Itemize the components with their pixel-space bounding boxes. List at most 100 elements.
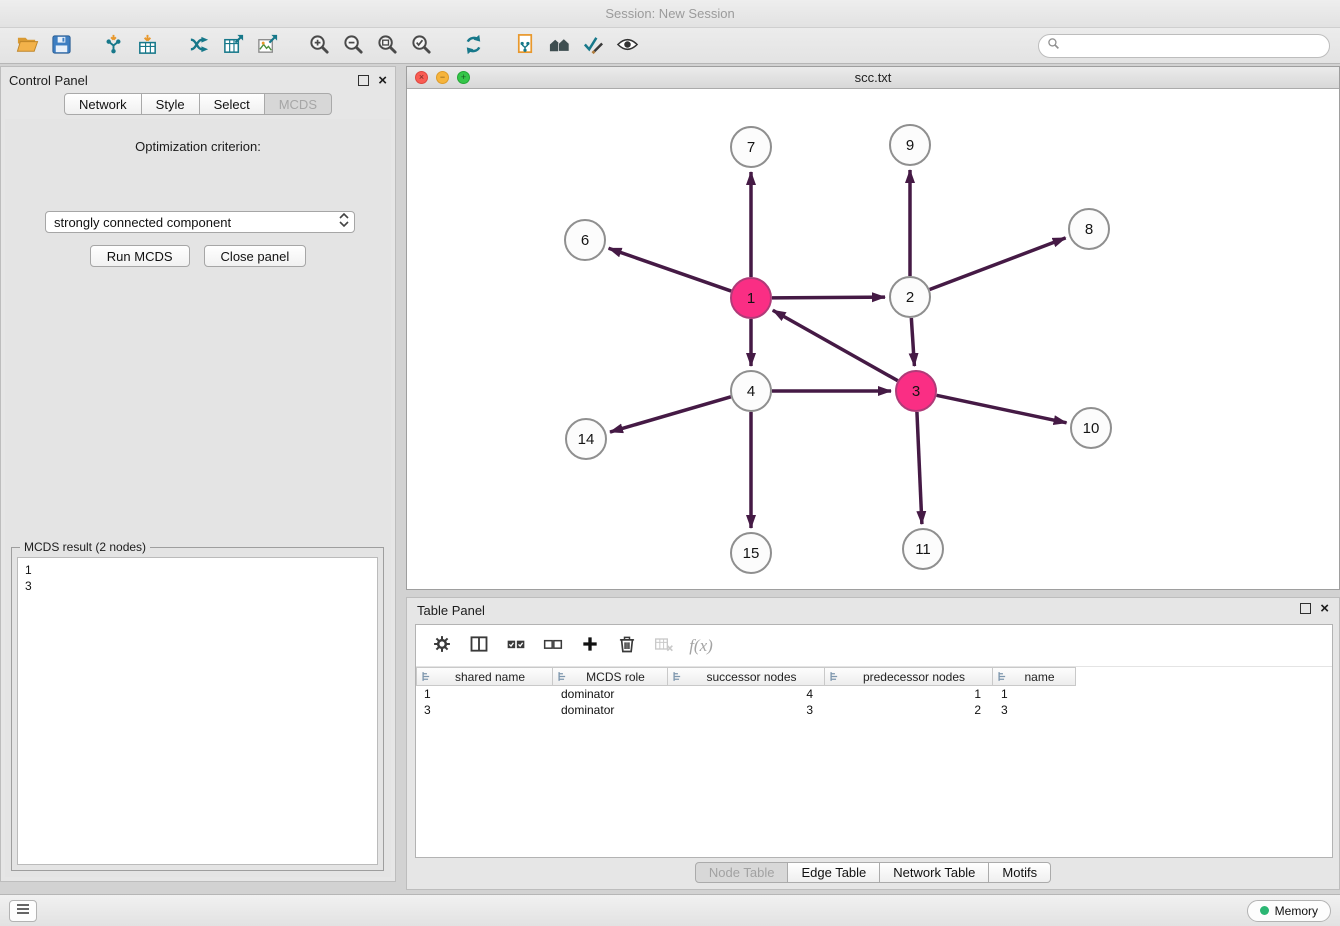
home-view-button[interactable] bbox=[542, 31, 576, 61]
tab-network-table[interactable]: Network Table bbox=[880, 862, 989, 883]
graph-node-3[interactable] bbox=[896, 371, 936, 411]
zoom-fit-icon bbox=[376, 33, 399, 59]
zoom-selected-icon bbox=[410, 33, 433, 59]
memory-status-icon bbox=[1260, 906, 1269, 915]
copy-network-icon bbox=[514, 33, 537, 59]
save-session-button[interactable] bbox=[44, 31, 78, 61]
gear-icon bbox=[432, 634, 452, 657]
import-network-file-button[interactable] bbox=[96, 31, 130, 61]
mcds-result-groupbox: MCDS result (2 nodes) 1 3 bbox=[11, 547, 384, 871]
table-settings-button[interactable] bbox=[426, 631, 458, 661]
graph-edge-3-1[interactable] bbox=[773, 310, 898, 380]
network-graph[interactable]: 7968124314101511 bbox=[407, 89, 1339, 589]
graph-node-1[interactable] bbox=[731, 278, 771, 318]
open-file-button[interactable] bbox=[10, 31, 44, 61]
tab-edge-table[interactable]: Edge Table bbox=[788, 862, 880, 883]
attribute-icon bbox=[558, 671, 569, 682]
tab-select[interactable]: Select bbox=[200, 93, 265, 115]
graph-node-2[interactable] bbox=[890, 277, 930, 317]
select-all-button[interactable] bbox=[500, 631, 532, 661]
float-panel-icon[interactable] bbox=[358, 75, 369, 86]
graph-node-4[interactable] bbox=[731, 371, 771, 411]
zoom-selected-button[interactable] bbox=[404, 31, 438, 61]
tab-network[interactable]: Network bbox=[64, 93, 142, 115]
import-table-file-button[interactable] bbox=[130, 31, 164, 61]
window-minimize-icon[interactable]: − bbox=[436, 71, 449, 84]
graph-edge-2-8[interactable] bbox=[930, 238, 1066, 290]
graph-node-10[interactable] bbox=[1071, 408, 1111, 448]
graph-node-6[interactable] bbox=[565, 220, 605, 260]
column-header-predecessor-nodes[interactable]: predecessor nodes bbox=[825, 667, 993, 686]
control-panel-title: Control Panel bbox=[9, 73, 88, 88]
run-mcds-button[interactable]: Run MCDS bbox=[90, 245, 190, 267]
zoom-fit-button[interactable] bbox=[370, 31, 404, 61]
graph-edge-3-11[interactable] bbox=[917, 412, 922, 524]
tab-motifs[interactable]: Motifs bbox=[989, 862, 1051, 883]
zoom-in-button[interactable] bbox=[302, 31, 336, 61]
delete-row-button[interactable] bbox=[611, 631, 643, 661]
table-cell: 1 bbox=[825, 686, 993, 702]
copy-network-button[interactable] bbox=[508, 31, 542, 61]
network-canvas[interactable]: 7968124314101511 bbox=[407, 89, 1339, 589]
plus-icon bbox=[580, 634, 600, 657]
network-window: × − + scc.txt 7968124314101511 bbox=[406, 66, 1340, 590]
network-window-titlebar[interactable]: × − + scc.txt bbox=[407, 67, 1339, 89]
import-network-icon bbox=[102, 33, 125, 59]
window-close-icon[interactable]: × bbox=[415, 71, 428, 84]
zoom-out-button[interactable] bbox=[336, 31, 370, 61]
graph-edge-4-14[interactable] bbox=[610, 397, 731, 432]
new-network-button[interactable] bbox=[182, 31, 216, 61]
search-box[interactable] bbox=[1038, 34, 1330, 58]
fx-icon: f(x) bbox=[689, 636, 713, 656]
open-folder-icon bbox=[16, 33, 39, 59]
graph-node-7[interactable] bbox=[731, 127, 771, 167]
export-image-button[interactable] bbox=[250, 31, 284, 61]
graph-edge-1-2[interactable] bbox=[772, 297, 885, 298]
graph-edge-1-6[interactable] bbox=[609, 248, 732, 291]
graph-node-14[interactable] bbox=[566, 419, 606, 459]
close-panel-button[interactable]: Close panel bbox=[204, 245, 307, 267]
add-row-button[interactable] bbox=[574, 631, 606, 661]
apply-style-button[interactable] bbox=[576, 31, 610, 61]
deselect-all-button[interactable] bbox=[537, 631, 569, 661]
tab-style[interactable]: Style bbox=[142, 93, 200, 115]
graph-node-11[interactable] bbox=[903, 529, 943, 569]
tab-node-table[interactable]: Node Table bbox=[695, 862, 789, 883]
tab-mcds[interactable]: MCDS bbox=[265, 93, 332, 115]
apply-layout-button[interactable] bbox=[456, 31, 490, 61]
export-table-button[interactable] bbox=[216, 31, 250, 61]
search-input[interactable] bbox=[1065, 39, 1321, 53]
graph-edge-2-3[interactable] bbox=[911, 318, 914, 366]
attribute-icon bbox=[673, 671, 684, 682]
float-table-panel-icon[interactable] bbox=[1300, 603, 1311, 614]
control-panel: Control Panel × Network Style Select MCD… bbox=[0, 66, 396, 882]
column-header-name[interactable]: name bbox=[993, 667, 1076, 686]
graph-node-9[interactable] bbox=[890, 125, 930, 165]
table-cell: 4 bbox=[668, 686, 825, 702]
close-panel-icon[interactable]: × bbox=[378, 75, 387, 86]
delete-table-button[interactable] bbox=[648, 631, 680, 661]
column-header-shared-name[interactable]: shared name bbox=[416, 667, 553, 686]
table-body: 1dominator4113dominator323 bbox=[416, 686, 1332, 718]
node-table-container: f(x) shared name MCDS role successor nod… bbox=[415, 624, 1333, 858]
close-table-panel-icon[interactable]: × bbox=[1320, 603, 1329, 614]
window-title: Session: New Session bbox=[605, 6, 734, 21]
column-header-mcds-role[interactable]: MCDS role bbox=[553, 667, 668, 686]
function-builder-button[interactable]: f(x) bbox=[685, 631, 717, 661]
table-row[interactable]: 1dominator411 bbox=[416, 686, 1332, 702]
graph-edge-3-10[interactable] bbox=[937, 395, 1067, 422]
show-hide-panel-button[interactable] bbox=[610, 31, 644, 61]
column-header-successor-nodes[interactable]: successor nodes bbox=[668, 667, 825, 686]
table-toolbar: f(x) bbox=[416, 625, 1332, 667]
show-columns-button[interactable] bbox=[463, 631, 495, 661]
optimization-criterion-dropdown[interactable]: strongly connected component bbox=[45, 211, 355, 233]
mcds-result-text[interactable]: 1 3 bbox=[17, 557, 378, 865]
graph-node-15[interactable] bbox=[731, 533, 771, 573]
status-menu-button[interactable] bbox=[9, 900, 37, 922]
memory-button[interactable]: Memory bbox=[1247, 900, 1331, 922]
window-maximize-icon[interactable]: + bbox=[457, 71, 470, 84]
dropdown-value: strongly connected component bbox=[54, 215, 338, 230]
table-row[interactable]: 3dominator323 bbox=[416, 702, 1332, 718]
graph-node-8[interactable] bbox=[1069, 209, 1109, 249]
application-window: Session: New Session bbox=[0, 0, 1340, 926]
